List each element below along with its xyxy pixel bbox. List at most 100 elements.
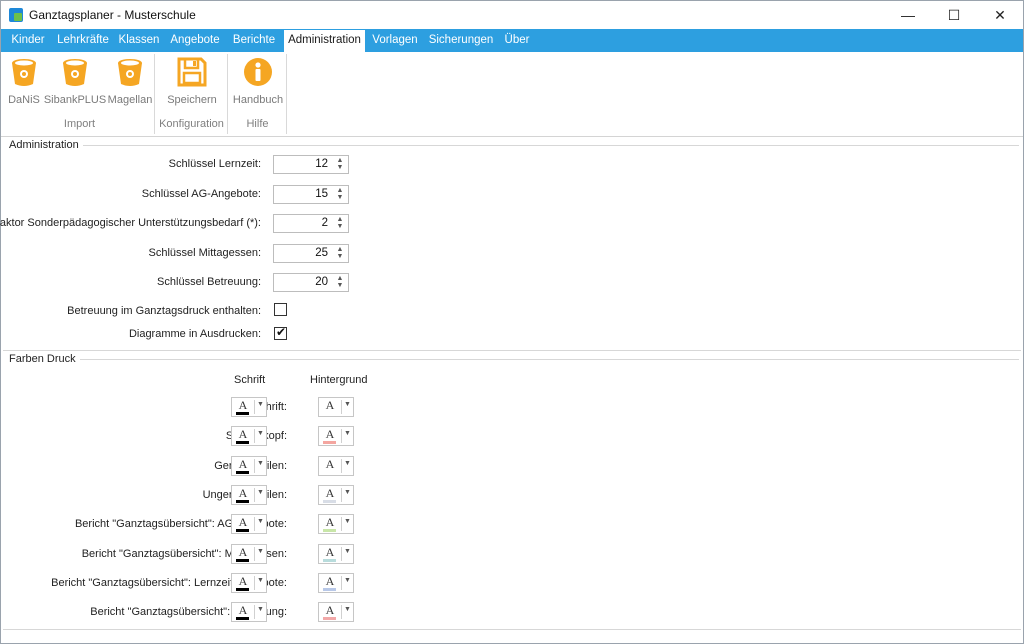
ribbon-group-label-konfiguration: Konfiguration <box>159 118 224 130</box>
administration-divider <box>79 145 1019 146</box>
hintergrund-color-picker[interactable]: A ▼ <box>318 485 354 505</box>
hintergrund-color-picker[interactable]: A ▼ <box>318 602 354 622</box>
spinner-arrows-icon[interactable]: ▲ ▼ <box>335 216 345 231</box>
schluessel-lernzeit-label: Schlüssel Lernzeit: <box>168 158 261 170</box>
font-color-icon: A <box>238 398 248 412</box>
color-swatch <box>323 471 336 474</box>
tab-administration[interactable]: Administration <box>284 30 365 52</box>
ribbon-group-konfiguration: Speichern Konfiguration <box>156 54 228 134</box>
chevron-down-icon[interactable]: ▼ <box>344 460 351 467</box>
spinner-arrows-icon[interactable]: ▲ ▼ <box>335 157 345 172</box>
picker-separator <box>341 517 342 531</box>
schrift-color-picker[interactable]: A ▼ <box>231 426 267 446</box>
handbuch-button[interactable]: Handbuch <box>231 56 285 106</box>
tab-vorlagen[interactable]: Vorlagen <box>368 29 422 52</box>
danis-button[interactable]: DaNiS <box>5 56 43 106</box>
font-color-icon: A <box>238 574 248 588</box>
chevron-down-icon[interactable]: ▼ <box>344 518 351 525</box>
picker-separator <box>254 429 255 443</box>
tab-ueber[interactable]: Über <box>501 29 533 52</box>
picker-separator <box>254 459 255 473</box>
chevron-down-icon[interactable]: ▼ <box>257 460 264 467</box>
close-icon[interactable]: ✕ <box>977 1 1023 29</box>
schrift-color-picker[interactable]: A ▼ <box>231 514 267 534</box>
schrift-color-picker[interactable]: A ▼ <box>231 573 267 593</box>
tab-lehrkraefte[interactable]: Lehrkräfte <box>53 29 113 52</box>
schluessel-mittagessen-label: Schlüssel Mittagessen: <box>148 247 262 259</box>
tab-angebote[interactable]: Angebote <box>165 29 225 52</box>
font-color-icon: A <box>325 398 335 412</box>
schluessel-ag-angebote-label: Schlüssel AG-Angebote: <box>141 188 261 200</box>
chevron-down-icon[interactable]: ▼ <box>257 577 264 584</box>
tab-sicherungen[interactable]: Sicherungen <box>426 29 496 52</box>
chevron-down-icon[interactable]: ▼ <box>257 606 264 613</box>
ribbon-group-label-import: Import <box>63 118 96 130</box>
hintergrund-color-picker[interactable]: A ▼ <box>318 514 354 534</box>
chevron-down-icon[interactable]: ▼ <box>344 489 351 496</box>
faktor-sonderpaedagogik-spinner[interactable]: 2 ▲ ▼ <box>273 214 349 233</box>
sibankplus-button[interactable]: SibankPLUS <box>43 56 107 106</box>
spinner-value: 2 <box>321 217 328 229</box>
tab-kinder[interactable]: Kinder <box>5 29 51 52</box>
hintergrund-color-picker[interactable]: A ▼ <box>318 426 354 446</box>
schluessel-mittagessen-spinner[interactable]: 25 ▲ ▼ <box>273 244 349 263</box>
tab-klassen[interactable]: Klassen <box>115 29 163 52</box>
picker-separator <box>341 576 342 590</box>
picker-separator <box>341 488 342 502</box>
info-icon <box>244 58 272 86</box>
color-swatch <box>323 617 336 620</box>
magellan-button[interactable]: Magellan <box>107 56 153 106</box>
hintergrund-color-picker[interactable]: A ▼ <box>318 573 354 593</box>
tab-berichte[interactable]: Berichte <box>227 29 281 52</box>
picker-separator <box>341 429 342 443</box>
schrift-color-picker[interactable]: A ▼ <box>231 485 267 505</box>
schrift-color-picker[interactable]: A ▼ <box>231 456 267 476</box>
font-color-icon: A <box>325 486 335 500</box>
spinner-arrows-icon[interactable]: ▲ ▼ <box>335 275 345 290</box>
speichern-button[interactable]: Speichern <box>164 56 220 106</box>
chevron-down-icon[interactable]: ▼ <box>257 401 264 408</box>
color-swatch <box>323 559 336 562</box>
chevron-down-icon[interactable]: ▼ <box>344 401 351 408</box>
schluessel-betreuung-spinner[interactable]: 20 ▲ ▼ <box>273 273 349 292</box>
hintergrund-color-picker[interactable]: A ▼ <box>318 456 354 476</box>
font-color-icon: A <box>325 574 335 588</box>
spinner-value: 12 <box>315 158 328 170</box>
schluessel-lernzeit-spinner[interactable]: 12 ▲ ▼ <box>273 155 349 174</box>
betreuung-ganztagsdruck-checkbox[interactable] <box>274 303 287 316</box>
maximize-icon[interactable]: ☐ <box>931 1 977 29</box>
chevron-down-icon[interactable]: ▼ <box>257 548 264 555</box>
schluessel-betreuung-label: Schlüssel Betreuung: <box>157 276 261 288</box>
chevron-down-icon[interactable]: ▼ <box>344 606 351 613</box>
color-swatch <box>236 471 249 474</box>
spinner-arrows-icon[interactable]: ▲ ▼ <box>335 246 345 261</box>
chevron-down-icon[interactable]: ▼ <box>344 548 351 555</box>
picker-separator <box>254 576 255 590</box>
schrift-color-picker[interactable]: A ▼ <box>231 397 267 417</box>
chevron-down-icon[interactable]: ▼ <box>257 518 264 525</box>
picker-separator <box>341 547 342 561</box>
farben-section-bottom <box>3 629 1021 630</box>
schluessel-ag-angebote-spinner[interactable]: 15 ▲ ▼ <box>273 185 349 204</box>
speichern-label: Speichern <box>167 94 217 106</box>
app-window: Ganztagsplaner - Musterschule — ☐ ✕ Kind… <box>0 0 1024 644</box>
picker-separator <box>254 517 255 531</box>
schrift-color-picker[interactable]: A ▼ <box>231 544 267 564</box>
betreuung-ganztagsdruck-label: Betreuung im Ganztagsdruck enthalten: <box>67 305 261 317</box>
spinner-arrows-icon[interactable]: ▲ ▼ <box>335 187 345 202</box>
hintergrund-color-picker[interactable]: A ▼ <box>318 544 354 564</box>
chevron-down-icon[interactable]: ▼ <box>257 489 264 496</box>
sibankplus-label: SibankPLUS <box>43 94 107 106</box>
diagramme-ausdrucken-checkbox[interactable]: ✔ <box>274 325 287 340</box>
minimize-icon[interactable]: — <box>885 1 931 29</box>
hintergrund-color-picker[interactable]: A ▼ <box>318 397 354 417</box>
color-swatch <box>236 441 249 444</box>
title-bar: Ganztagsplaner - Musterschule — ☐ ✕ <box>1 1 1023 29</box>
farben-druck-header: Farben Druck <box>9 353 80 365</box>
chevron-down-icon[interactable]: ▼ <box>257 430 264 437</box>
chevron-down-icon[interactable]: ▼ <box>344 577 351 584</box>
font-color-icon: A <box>325 457 335 471</box>
schrift-color-picker[interactable]: A ▼ <box>231 602 267 622</box>
chevron-down-icon[interactable]: ▼ <box>344 430 351 437</box>
spinner-value: 15 <box>315 188 328 200</box>
